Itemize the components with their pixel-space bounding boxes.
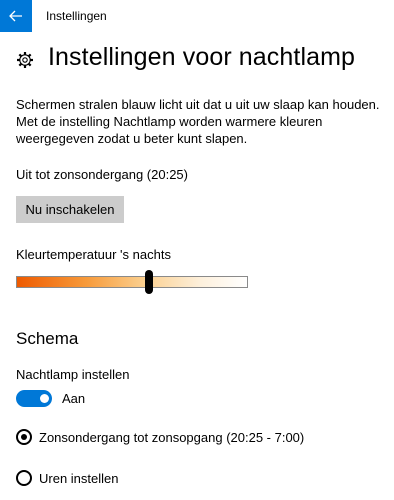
radio-label: Zonsondergang tot zonsopgang (20:25 - 7:…	[39, 429, 305, 445]
description-text: Schermen stralen blauw licht uit dat u u…	[16, 97, 380, 146]
schedule-heading: Schema	[16, 329, 79, 348]
toggle-state-label: Aan	[62, 391, 86, 406]
enable-now-button[interactable]: Nu inschakelen	[16, 196, 124, 223]
slider-label: Kleurtemperatuur 's nachts	[16, 247, 171, 262]
toggle-knob	[40, 394, 49, 403]
title-bar: Instellingen	[0, 0, 394, 32]
page-title: Instellingen voor nachtlamp	[48, 43, 356, 71]
arrow-left-icon	[9, 10, 22, 22]
status-text: Uit tot zonsondergang (20:25)	[16, 167, 188, 182]
window-title: Instellingen	[46, 9, 107, 23]
radio-button[interactable]	[16, 470, 32, 486]
radio-sunset-to-sunrise[interactable]: Zonsondergang tot zonsopgang (20:25 - 7:…	[16, 427, 304, 447]
back-button[interactable]	[0, 0, 32, 32]
gear-icon	[17, 52, 33, 68]
slider-thumb[interactable]	[145, 270, 154, 294]
color-temperature-slider[interactable]	[16, 276, 248, 288]
radio-dot	[21, 434, 27, 440]
schedule-toggle-label: Nachtlamp instellen	[16, 367, 130, 382]
radio-set-hours[interactable]: Uren instellen	[16, 468, 119, 488]
radio-button[interactable]	[16, 429, 32, 445]
radio-label: Uren instellen	[39, 470, 119, 486]
schedule-toggle[interactable]	[16, 390, 52, 407]
